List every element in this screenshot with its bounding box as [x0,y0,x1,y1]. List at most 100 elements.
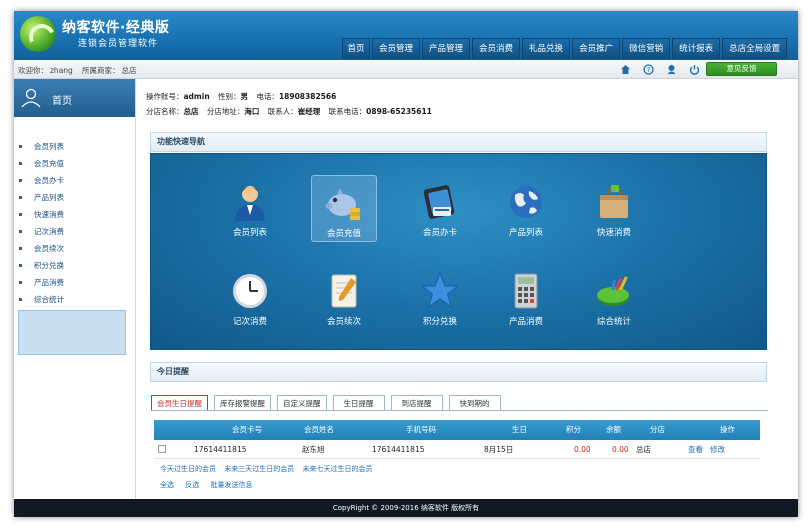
tab-stock-alert[interactable]: 库存报警提醒 [214,395,271,411]
invert-selection-link[interactable]: 反选 [185,481,199,489]
quick-product-consume[interactable]: 产品消费 [493,264,559,331]
welcome-label: 欢迎你： [18,66,48,75]
view-link[interactable]: 查看 [688,440,703,459]
sidebar-item-points-exchange[interactable]: 积分兑换 [14,257,135,274]
toolbar-icons: ? [618,63,701,76]
col-branch: 分店 [650,425,665,434]
phone-value: 18908382566 [278,92,337,101]
branch-value: 总店 [183,107,199,116]
nav-product-management[interactable]: 产品管理 [422,38,471,59]
quick-count-consume[interactable]: 记次消费 [217,264,283,331]
nav-gift-exchange[interactable]: 礼品兑换 [522,38,571,59]
row-checkbox[interactable] [158,445,166,453]
quick-nav-title: 功能快速导航 [150,132,767,152]
sidebar-item-product-list[interactable]: 产品列表 [14,189,135,206]
account-info: 操作账号：admin 性别：男 电话：18908382566 分店名称：总店 分… [146,89,432,119]
col-balance: 余额 [606,425,621,434]
info-line-1: 操作账号：admin 性别：男 电话：18908382566 [146,92,337,101]
app-header: 纳客软件·经典版 连锁会员管理软件 首页 会员管理 产品管理 会员消费 礼品兑换… [14,11,798,60]
quick-fast-consume[interactable]: 快速消费 [581,175,647,242]
nav-home[interactable]: 首页 [342,38,370,59]
select-all-link[interactable]: 全选 [160,481,174,489]
brand-subtitle: 连锁会员管理软件 [78,39,159,49]
sidebar-item-count-consume[interactable]: 记次消费 [14,223,135,240]
address-value: 海口 [244,107,260,116]
quick-product-list[interactable]: 产品列表 [493,175,559,242]
quick-statistics[interactable]: 综合统计 [581,264,647,331]
cell-card: 17614411815 [194,445,247,454]
support-icon[interactable] [664,63,678,76]
quick-label: 会员续次 [326,317,361,327]
quick-points-exchange[interactable]: 积分兑换 [407,264,473,331]
quick-label: 会员列表 [232,228,267,238]
sidebar-item-quick-consume[interactable]: 快速消费 [14,206,135,223]
nav-member-management[interactable]: 会员管理 [372,38,421,59]
quick-member-recharge[interactable]: 会员充值 [311,175,377,242]
cell-phone: 17614411815 [372,445,425,454]
bulk-send-link[interactable]: 批量发送信息 [210,481,252,489]
tab-visit-reminder[interactable]: 到店提醒 [390,395,443,411]
calculator-icon [514,273,538,309]
tab-member-birthday[interactable]: 会员生日提醒 [151,395,208,411]
help-icon[interactable]: ? [641,63,655,76]
cell-balance: 0.00 [612,445,629,454]
quick-label: 产品列表 [508,228,543,238]
reminder-tabs: 会员生日提醒 库存报警提醒 自定义提醒 生日提醒 到店提醒 快到期的 [151,395,501,411]
sidebar-item-member-list[interactable]: 会员列表 [14,138,135,155]
nav-member-consumption[interactable]: 会员消费 [472,38,521,59]
notepad-icon [331,274,357,308]
sidebar-home-label: 首页 [52,96,72,107]
nav-global-settings[interactable]: 总店全局设置 [722,38,788,59]
quick-label: 记次消费 [232,317,267,327]
sidebar-item-product-consume[interactable]: 产品消费 [14,274,135,291]
cell-branch: 总店 [636,445,651,454]
quick-label: 积分兑换 [422,317,457,327]
logo-icon [20,16,56,52]
pie-chart-icon [597,276,629,306]
gender-value: 男 [240,92,249,101]
col-name: 会员姓名 [304,425,334,434]
cell-birthday: 8月15日 [484,445,514,454]
feedback-button[interactable]: 意见反馈 [706,62,777,76]
globe-icon [510,186,542,218]
sidebar-item-member-card[interactable]: 会员办卡 [14,172,135,189]
filter-3days[interactable]: 未来三天过生日的会员 [224,465,294,473]
sidebar-blank-panel [18,310,126,355]
quick-label: 快速消费 [596,228,631,238]
quick-member-renew[interactable]: 会员续次 [311,264,377,331]
card-icon [423,185,455,219]
col-actions: 操作 [720,425,735,434]
filter-today[interactable]: 今天过生日的会员 [160,465,216,473]
birthday-filters: 今天过生日的会员 未来三天过生日的会员 未来七天过生日的会员 [160,464,378,474]
quick-label: 会员充值 [326,229,361,239]
username: zhang [50,66,73,75]
sidebar-item-statistics[interactable]: 综合统计 [14,291,135,308]
nav-statistics-reports[interactable]: 统计报表 [672,38,721,59]
cell-points: 0.00 [574,445,591,454]
svg-text:?: ? [646,66,650,74]
bulk-actions: 全选 反选 批量发送信息 [160,480,261,490]
store-label: 所属商家： [81,66,120,75]
status-bar: 欢迎你： zhang 所属商家： 总店 ? 意见反馈 [14,60,798,79]
quick-member-list[interactable]: 会员列表 [217,175,283,242]
tab-expiring[interactable]: 快到期的 [448,395,501,411]
nav-member-promotion[interactable]: 会员推广 [572,38,621,59]
main-nav: 首页 会员管理 产品管理 会员消费 礼品兑换 会员推广 微信营销 统计报表 总店… [342,38,788,59]
tab-custom-reminder[interactable]: 自定义提醒 [277,395,327,411]
filter-7days[interactable]: 未来七天过生日的会员 [302,465,372,473]
col-birthday: 生日 [512,425,527,434]
quick-label: 综合统计 [596,317,631,327]
nav-wechat-marketing[interactable]: 微信营销 [622,38,671,59]
sidebar-item-member-recharge[interactable]: 会员充值 [14,155,135,172]
piggy-bank-icon [325,188,360,220]
info-line-2: 分店名称：总店 分店地址：海口 联系人：崔经理 联系电话：0898-652356… [146,107,432,116]
quick-member-card[interactable]: 会员办卡 [407,175,473,242]
operator-value: admin [183,92,210,101]
sidebar-home[interactable]: 首页 [14,79,135,117]
quick-label: 产品消费 [508,317,543,327]
logout-icon[interactable] [687,63,701,76]
tab-birthday-reminder[interactable]: 生日提醒 [332,395,385,411]
sidebar-item-member-renew[interactable]: 会员续次 [14,240,135,257]
home-icon[interactable] [618,63,632,76]
edit-link[interactable]: 修改 [710,440,725,459]
